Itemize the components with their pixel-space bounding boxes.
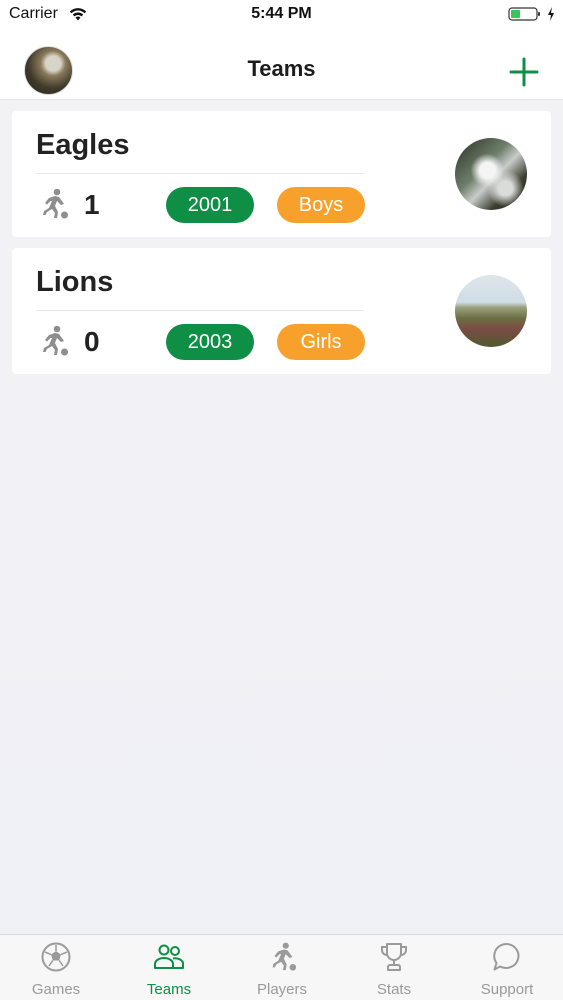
tab-players[interactable]: Players xyxy=(226,935,338,1000)
tab-label: Teams xyxy=(146,981,192,998)
tab-games[interactable]: Games xyxy=(0,935,112,1000)
tab-teams[interactable]: Teams xyxy=(113,935,225,1000)
soccer-ball-icon xyxy=(41,942,71,972)
gender-badge: Boys xyxy=(277,187,365,223)
player-kicking-icon xyxy=(272,942,297,971)
player-count: 0 xyxy=(84,326,100,357)
trophy-icon xyxy=(381,943,407,971)
year-badge: 2003 xyxy=(166,324,254,360)
status-bar: Carrier 5:44 PM xyxy=(0,0,563,30)
page-title: Teams xyxy=(247,56,316,81)
tab-label: Players xyxy=(256,981,308,998)
team-name: Lions xyxy=(36,266,114,298)
team-card-eagles[interactable]: Eagles 1 2001 Boys xyxy=(12,111,551,237)
tab-stats[interactable]: Stats xyxy=(338,935,450,1000)
tab-label: Support xyxy=(480,981,534,998)
chat-bubble-icon xyxy=(493,942,520,971)
tab-support[interactable]: Support xyxy=(451,935,563,1000)
player-kicking-icon xyxy=(43,188,68,219)
year-badge: 2001 xyxy=(166,187,254,223)
team-photo xyxy=(455,138,527,210)
charging-icon xyxy=(548,7,554,21)
card-divider xyxy=(36,310,364,311)
teams-list: Eagles 1 2001 Boys Lions 0 2003 Girls xyxy=(0,100,563,934)
tab-bar: Games Teams Players Stats Support xyxy=(0,934,563,1000)
gender-badge: Girls xyxy=(277,324,365,360)
add-team-button[interactable] xyxy=(506,54,542,90)
tab-label: Stats xyxy=(376,981,412,998)
player-kicking-icon xyxy=(43,325,68,356)
player-count: 1 xyxy=(84,189,100,220)
team-card-lions[interactable]: Lions 0 2003 Girls xyxy=(12,248,551,374)
status-time: 5:44 PM xyxy=(251,5,312,22)
people-icon xyxy=(154,944,184,969)
card-divider xyxy=(36,173,364,174)
team-photo xyxy=(455,275,527,347)
tab-label: Games xyxy=(31,981,81,998)
team-name: Eagles xyxy=(36,129,130,161)
nav-bar: Teams xyxy=(0,30,563,100)
battery-icon xyxy=(508,7,540,21)
